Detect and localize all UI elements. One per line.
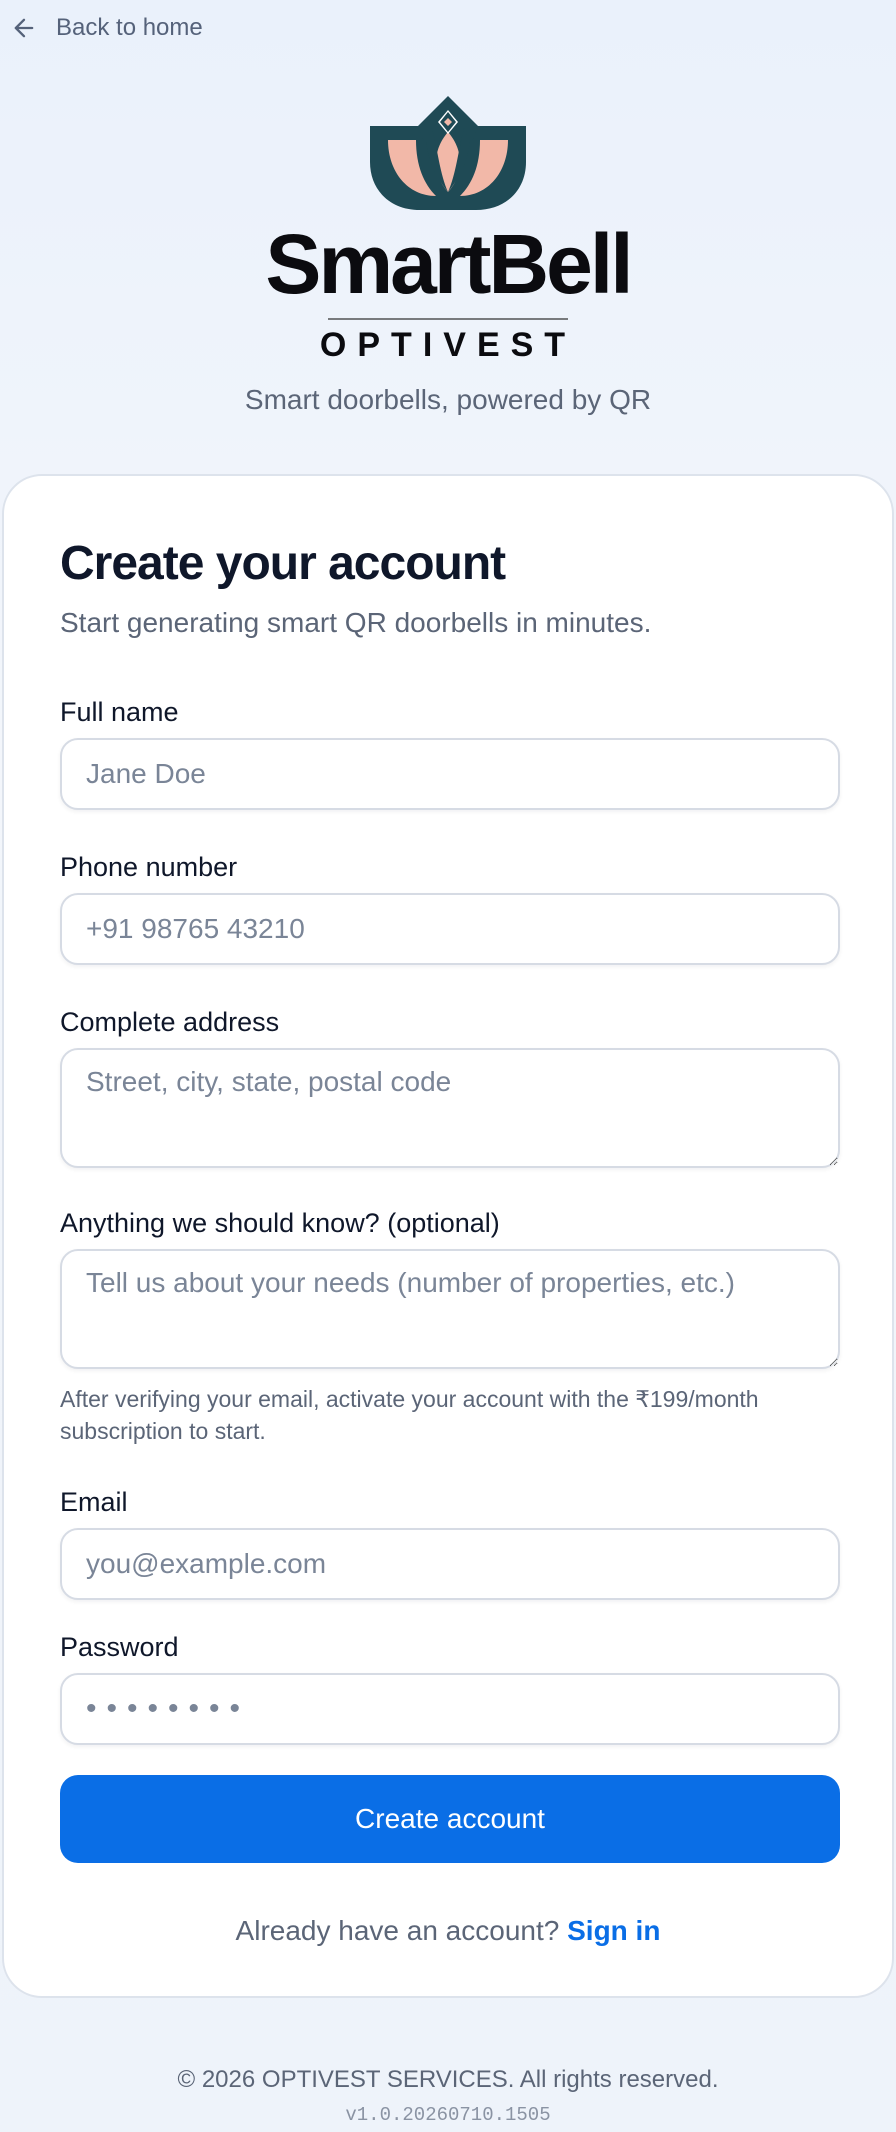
full-name-field: Full name [60,697,840,810]
phone-label: Phone number [60,852,238,882]
create-account-button[interactable]: Create account [60,1775,840,1863]
phone-input[interactable] [60,893,840,965]
notes-textarea[interactable] [60,1249,840,1369]
full-name-input[interactable] [60,738,840,810]
email-field: Email [60,1487,840,1600]
brand-divider [328,318,568,320]
password-field: Password [60,1632,840,1745]
notes-label: Anything we should know? (optional) [60,1208,500,1238]
address-field: Complete address [60,1007,840,1168]
brand-tagline: Smart doorbells, powered by QR [244,384,652,415]
phone-field: Phone number [60,852,840,965]
lotus-logo-icon [370,96,526,210]
full-name-label: Full name [60,697,179,727]
page-title: Create your account [60,537,506,590]
signin-prompt: Already have an account? Sign in [60,1915,836,1947]
arrow-left-icon [14,18,34,38]
brand-company: OPTIVEST [319,326,577,364]
password-input[interactable] [60,1673,840,1745]
email-label: Email [60,1487,128,1517]
brand-name: SmartBell [265,217,633,311]
email-input[interactable] [60,1528,840,1600]
signin-prompt-text: Already have an account? [235,1915,560,1946]
page-subtitle: Start generating smart QR doorbells in m… [60,607,652,638]
sign-in-link[interactable]: Sign in [567,1915,660,1946]
brand-header: SmartBell OPTIVEST Smart doorbells, powe… [0,92,896,416]
password-label: Password [60,1632,179,1662]
address-textarea[interactable] [60,1048,840,1168]
back-to-home-label: Back to home [56,14,203,41]
address-label: Complete address [60,1007,280,1037]
footer-version: v1.0.20260710.1505 [345,2104,551,2126]
notes-field: Anything we should know? (optional) Afte… [60,1208,840,1447]
back-to-home-link[interactable]: Back to home [10,14,203,42]
signup-card: Create your account Start generating sma… [2,474,894,1998]
subscription-hint: After verifying your email, activate you… [60,1386,759,1444]
footer-copyright: © 2026 OPTIVEST SERVICES. All rights res… [177,2066,719,2093]
